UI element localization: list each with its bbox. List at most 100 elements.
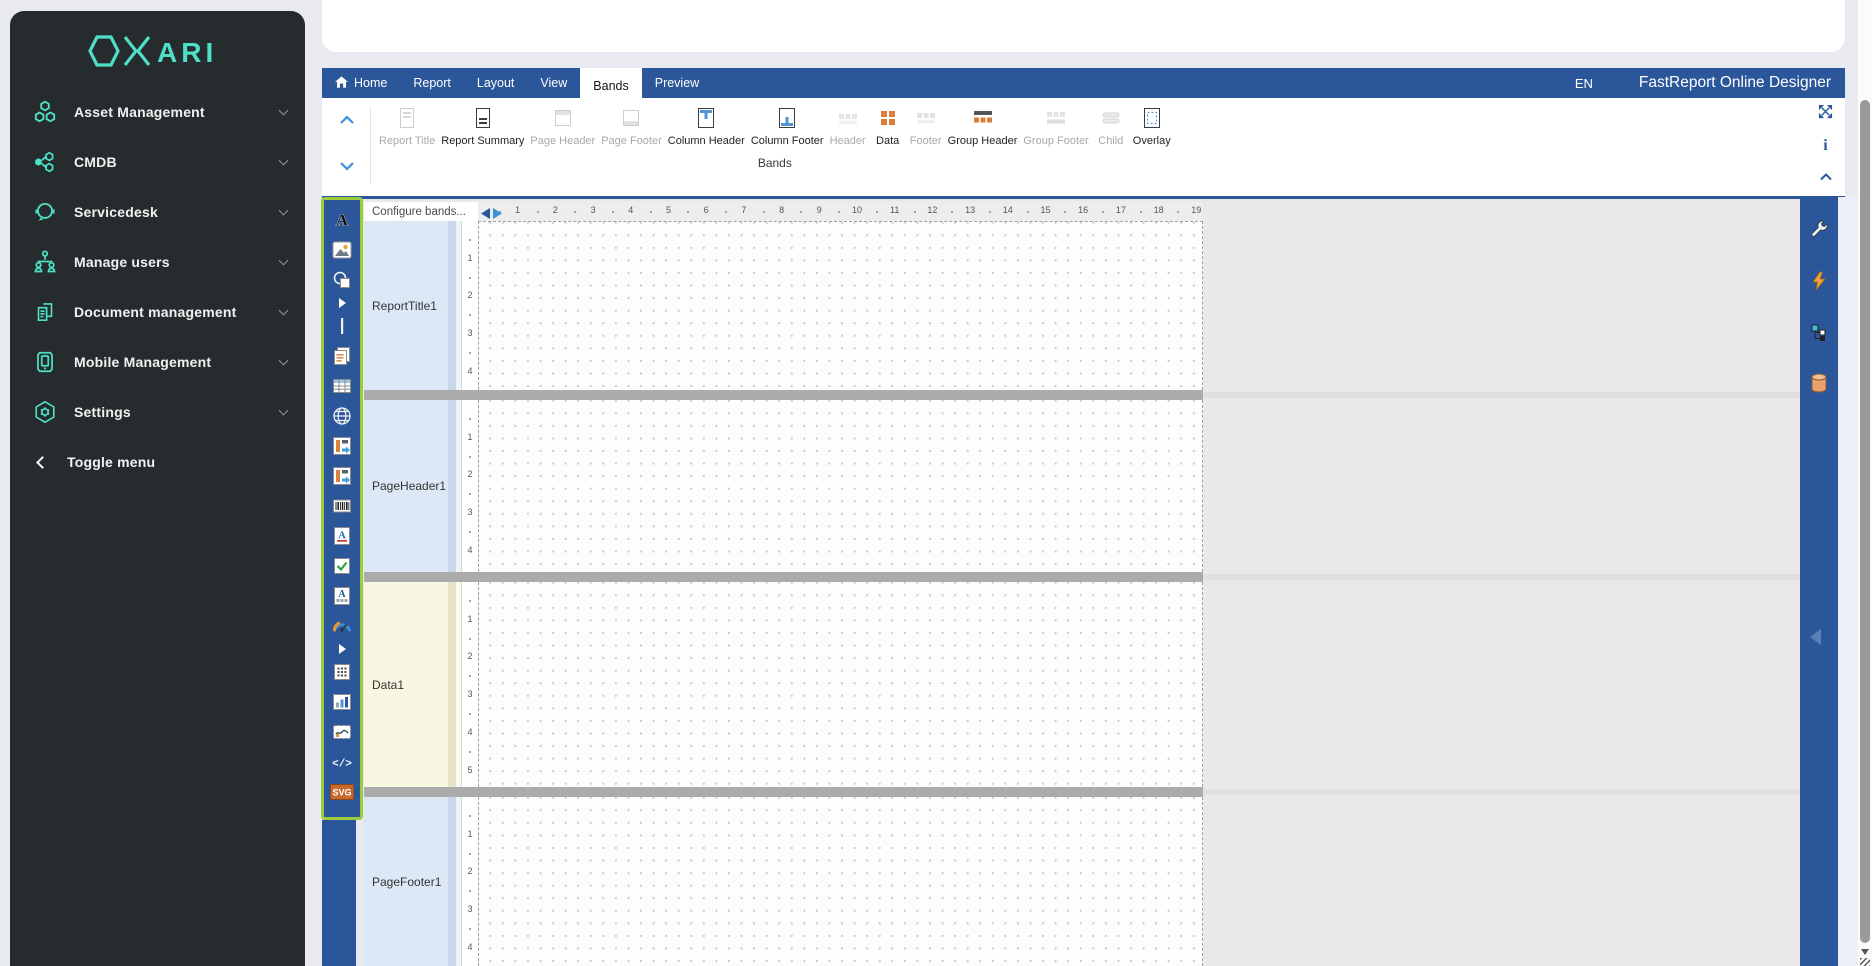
band-page[interactable] xyxy=(478,400,1203,572)
band-page[interactable] xyxy=(478,221,1203,390)
ruler-dot xyxy=(687,211,689,213)
tab-preview[interactable]: Preview xyxy=(642,68,712,98)
toolbox-matrix-icon[interactable] xyxy=(324,657,360,687)
band-button-label: Column Header xyxy=(668,135,745,147)
band-page[interactable] xyxy=(478,582,1203,787)
ruler-tick: 7 xyxy=(736,205,752,215)
scrollbar-down-button[interactable] xyxy=(1861,949,1869,955)
tab-home[interactable]: Home xyxy=(322,68,400,98)
sidebar-item-mobile-management[interactable]: Mobile Management xyxy=(10,337,305,387)
scroll-up-icon[interactable] xyxy=(339,112,355,130)
toolbox-table-icon[interactable] xyxy=(324,371,360,401)
sidebar-item-servicedesk[interactable]: Servicedesk xyxy=(10,187,305,237)
ruler-tick: 13 xyxy=(962,205,978,215)
band-row-data1: Data112345 xyxy=(364,582,1800,787)
band-button-group-header[interactable]: Group Header xyxy=(945,104,1021,149)
band-button-header: Header xyxy=(827,104,869,149)
band-button-column-header[interactable]: Column Header xyxy=(665,104,748,149)
toolbox-checkbox-icon[interactable] xyxy=(324,551,360,581)
svg-text:</>: </> xyxy=(332,759,352,771)
toolbox-svg-icon[interactable]: SVG xyxy=(324,777,360,807)
panel-gutter xyxy=(1838,197,1858,966)
band-button-label: Group Header xyxy=(948,135,1018,147)
toolbox-line-icon[interactable] xyxy=(324,311,360,341)
toggle-menu-button[interactable]: Toggle menu xyxy=(10,437,305,487)
sidebar-item-settings[interactable]: Settings xyxy=(10,387,305,437)
toolbox-code-icon[interactable]: </> xyxy=(324,747,360,777)
ribbon-group-caption: Bands xyxy=(758,156,792,170)
page-scrollbar[interactable] xyxy=(1858,0,1872,966)
configure-bands-button[interactable]: Configure bands... xyxy=(364,202,478,221)
band-button-overlay[interactable]: Overlay xyxy=(1130,104,1174,149)
toolbox-flyout-arrow-icon[interactable] xyxy=(324,295,360,311)
ruler-dot xyxy=(469,418,471,420)
band-label-data1[interactable]: Data1 xyxy=(364,582,448,787)
toolbox-subreport-icon[interactable] xyxy=(324,341,360,371)
chevron-left-icon xyxy=(36,456,49,469)
toolbox-globe-icon[interactable] xyxy=(324,401,360,431)
toolbox-barcode-icon[interactable] xyxy=(324,491,360,521)
band-row-pagefooter1: PageFooter11234 xyxy=(364,797,1800,966)
ribbon-divider xyxy=(370,106,371,184)
ribbon-buttons: Report TitleReport SummaryPage HeaderPag… xyxy=(376,104,1174,149)
hexagons-icon xyxy=(32,99,58,125)
sidebar-item-manage-users[interactable]: Manage users xyxy=(10,237,305,287)
ruler-dot xyxy=(1064,211,1066,213)
band-button-report-summary[interactable]: Report Summary xyxy=(438,104,527,149)
ruler-dot xyxy=(469,531,471,533)
toolbox-shapes-icon[interactable] xyxy=(324,265,360,295)
band-page[interactable] xyxy=(478,797,1203,966)
sidebar-item-cmdb[interactable]: CMDB xyxy=(10,137,305,187)
band-resize-handle[interactable] xyxy=(364,390,1800,400)
chevron-down-icon xyxy=(279,255,289,265)
scroll-right-icon[interactable] xyxy=(493,206,502,217)
toolbox-crosstab-icon[interactable] xyxy=(324,431,360,461)
band-button-data[interactable]: Data xyxy=(869,104,907,149)
band-edge-strip xyxy=(448,400,456,572)
info-icon[interactable]: i xyxy=(1823,137,1827,155)
band-button-column-footer[interactable]: Column Footer xyxy=(748,104,827,149)
band-resize-handle[interactable] xyxy=(364,572,1800,582)
database-icon[interactable] xyxy=(1810,373,1828,398)
toolbox-flyout-arrow-icon[interactable] xyxy=(324,641,360,657)
tab-layout[interactable]: Layout xyxy=(464,68,528,98)
toolbox-crosstab2-icon[interactable] xyxy=(324,461,360,491)
toolbox-text-format-icon[interactable]: A xyxy=(324,581,360,611)
scroll-left-icon[interactable] xyxy=(481,206,490,217)
top-card xyxy=(322,0,1845,52)
band-label-pageheader1[interactable]: PageHeader1 xyxy=(364,400,448,572)
sidebar-item-asset-management[interactable]: Asset Management xyxy=(10,87,305,137)
ribbon: Report TitleReport SummaryPage HeaderPag… xyxy=(322,98,1845,199)
band-resize-handle[interactable] xyxy=(364,787,1800,797)
band-button-label: Column Footer xyxy=(751,135,824,147)
language-selector[interactable]: EN xyxy=(1575,76,1593,91)
wrench-icon[interactable] xyxy=(1809,219,1829,244)
app-title: FastReport Online Designer xyxy=(1639,74,1831,92)
report-tree-icon[interactable] xyxy=(1810,323,1828,346)
toolbox-chart-icon[interactable] xyxy=(324,687,360,717)
toolbox-text-icon[interactable]: A xyxy=(324,205,360,235)
right-tool-panel xyxy=(1800,197,1838,966)
sidebar-item-label: CMDB xyxy=(74,154,117,170)
band-label-pagefooter1[interactable]: PageFooter1 xyxy=(364,797,448,966)
tab-view[interactable]: View xyxy=(527,68,580,98)
toolbox-signature-icon[interactable] xyxy=(324,717,360,747)
ruler-tick: 5 xyxy=(661,205,677,215)
lightning-icon[interactable] xyxy=(1810,271,1828,296)
scrollbar-thumb[interactable] xyxy=(1860,100,1870,943)
tab-report[interactable]: Report xyxy=(400,68,464,98)
sidebar-item-document-management[interactable]: Document management xyxy=(10,287,305,337)
component-toolbox: AAA</>SVG xyxy=(321,197,363,820)
expand-icon[interactable] xyxy=(1818,104,1833,124)
collapse-panel-icon[interactable] xyxy=(1807,627,1823,652)
toolbox-picture-icon[interactable] xyxy=(324,235,360,265)
collapse-ribbon-icon[interactable] xyxy=(1819,168,1833,186)
sidebar-item-label: Manage users xyxy=(74,254,170,270)
page-footer-icon xyxy=(619,106,643,130)
band-label-reporttitle1[interactable]: ReportTitle1 xyxy=(364,221,448,390)
scroll-down-icon[interactable] xyxy=(339,158,355,176)
ruler-dot xyxy=(612,211,614,213)
toolbox-richtext-icon[interactable]: A xyxy=(324,521,360,551)
toolbox-gauge-icon[interactable] xyxy=(324,611,360,641)
band-button-label: Footer xyxy=(910,135,942,147)
